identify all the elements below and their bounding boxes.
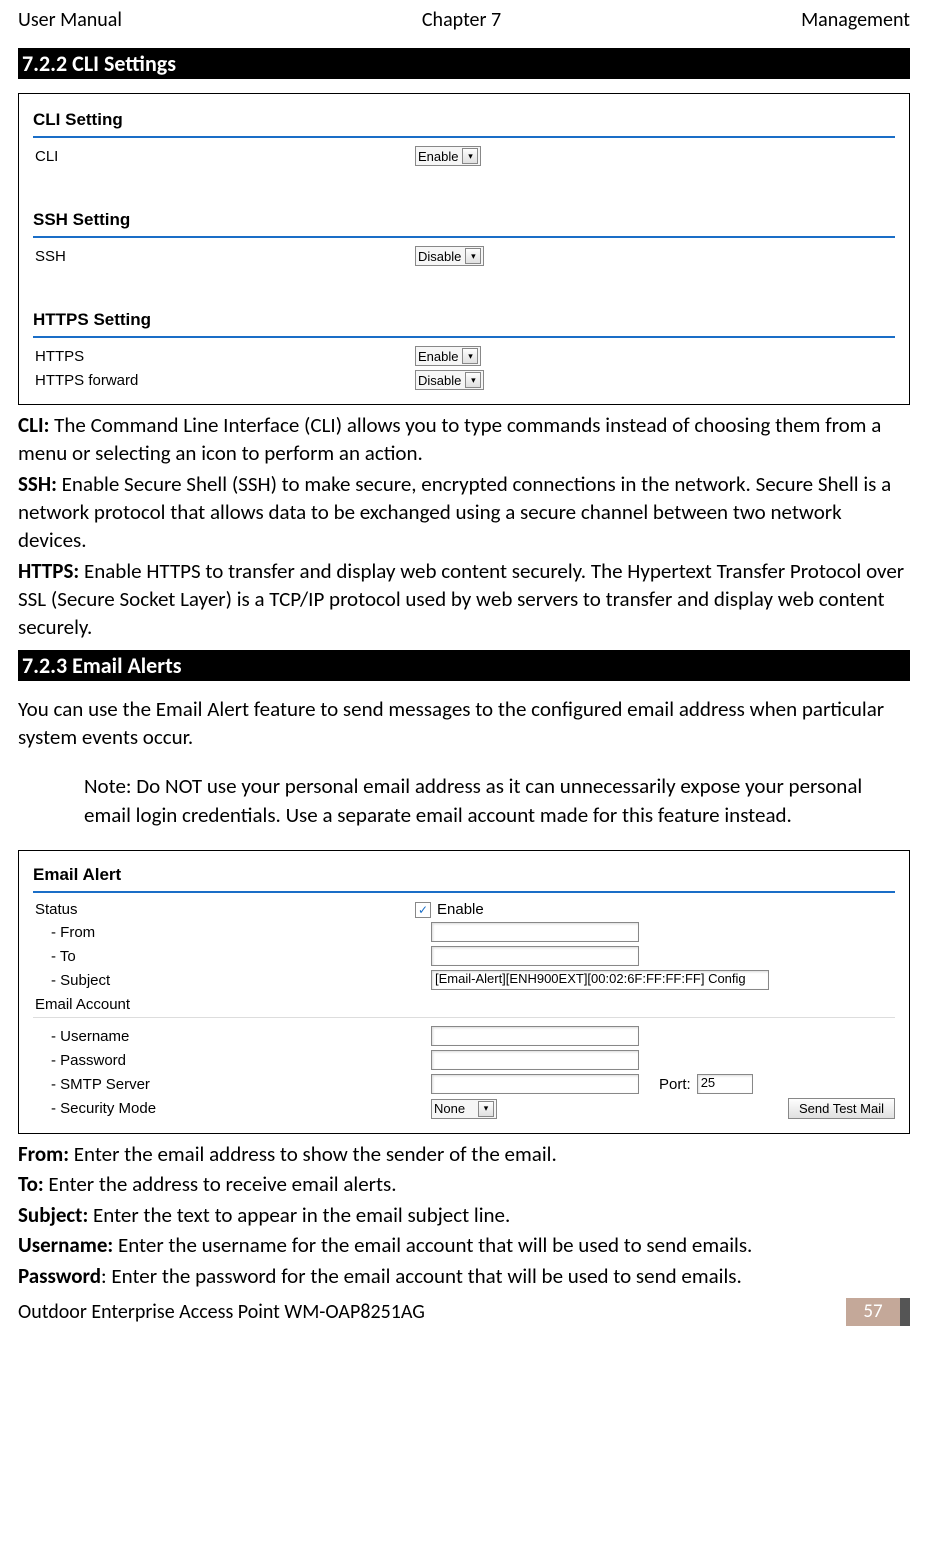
- security-mode-select[interactable]: None ▾: [431, 1099, 497, 1119]
- email-account-group: Email Account: [33, 996, 415, 1013]
- enable-label: Enable: [437, 901, 484, 918]
- note-pre: Do: [132, 773, 166, 799]
- https-select[interactable]: Enable ▾: [415, 346, 481, 366]
- subject-desc-text: Enter the text to appear in the email su…: [88, 1202, 510, 1228]
- username-input[interactable]: [431, 1026, 639, 1046]
- enable-checkbox[interactable]: ✓: [415, 902, 431, 918]
- chevron-down-icon: ▾: [462, 148, 478, 164]
- subject-input[interactable]: [Email-Alert][ENH900EXT][00:02:6F:FF:FF:…: [431, 970, 769, 990]
- ssh-select-value: Disable: [418, 249, 461, 264]
- pass-desc-label: Password: [18, 1263, 101, 1289]
- https-setting-group: HTTPS Setting: [33, 268, 895, 334]
- divider: [33, 336, 895, 338]
- from-desc-text: Enter the email address to show the send…: [69, 1141, 557, 1167]
- subject-desc-label: Subject:: [18, 1202, 88, 1228]
- security-mode-label: - Security Mode: [33, 1100, 431, 1117]
- password-field-desc: Password: Enter the password for the ema…: [18, 1262, 910, 1290]
- username-field-desc: Username: Enter the username for the ema…: [18, 1231, 910, 1259]
- password-input[interactable]: [431, 1050, 639, 1070]
- to-field-desc: To: Enter the address to receive email a…: [18, 1170, 910, 1198]
- to-label: - To: [33, 948, 431, 965]
- section-cli-settings: 7.2.2 CLI Settings: [18, 48, 910, 79]
- chevron-down-icon: ▾: [465, 372, 481, 388]
- divider: [33, 891, 895, 893]
- from-field-desc: From: Enter the email address to show th…: [18, 1140, 910, 1168]
- header-left: User Manual: [18, 8, 122, 32]
- smtp-input[interactable]: [431, 1074, 639, 1094]
- page-footer: Outdoor Enterprise Access Point WM-OAP82…: [18, 1298, 910, 1326]
- email-alert-group: Email Alert: [33, 863, 895, 889]
- cli-setting-group: CLI Setting: [33, 106, 895, 134]
- user-desc-label: Username:: [18, 1232, 113, 1258]
- header-center: Chapter 7: [422, 8, 501, 32]
- username-label: - Username: [33, 1028, 431, 1045]
- pass-desc-text: : Enter the password for the email accou…: [101, 1263, 742, 1289]
- email-intro: You can use the Email Alert feature to s…: [18, 695, 910, 752]
- chevron-down-icon: ▾: [478, 1101, 494, 1117]
- cli-label: CLI: [33, 148, 415, 165]
- note-bold: NOT: [165, 773, 202, 799]
- page-header: User Manual Chapter 7 Management: [18, 0, 910, 40]
- port-label: Port:: [659, 1076, 691, 1093]
- subject-label: - Subject: [33, 972, 431, 989]
- status-label: Status: [33, 901, 415, 918]
- send-test-mail-button[interactable]: Send Test Mail: [788, 1098, 895, 1119]
- to-input[interactable]: [431, 946, 639, 966]
- https-label: HTTPS: [33, 348, 415, 365]
- from-input[interactable]: [431, 922, 639, 942]
- cli-select[interactable]: Enable ▾: [415, 146, 481, 166]
- port-input[interactable]: 25: [697, 1074, 753, 1094]
- user-desc-text: Enter the username for the email account…: [113, 1232, 752, 1258]
- ssh-desc-label: SSH:: [18, 471, 57, 497]
- from-desc-label: From:: [18, 1141, 69, 1167]
- security-mode-value: None: [434, 1101, 474, 1116]
- cli-select-value: Enable: [418, 149, 458, 164]
- ssh-desc-text: Enable Secure Shell (SSH) to make secure…: [18, 471, 891, 554]
- email-alert-panel: Email Alert Status ✓ Enable - From - To …: [18, 850, 910, 1134]
- divider: [33, 136, 895, 138]
- https-desc-text: Enable HTTPS to transfer and display web…: [18, 558, 904, 641]
- https-forward-label: HTTPS forward: [33, 372, 415, 389]
- section-email-alerts: 7.2.3 Email Alerts: [18, 650, 910, 681]
- https-forward-select-value: Disable: [418, 373, 461, 388]
- ssh-select[interactable]: Disable ▾: [415, 246, 484, 266]
- page-number: 57: [846, 1298, 900, 1326]
- to-desc-label: To:: [18, 1171, 44, 1197]
- from-label: - From: [33, 924, 431, 941]
- note-label: Note:: [84, 773, 132, 799]
- footer-text: Outdoor Enterprise Access Point WM-OAP82…: [18, 1300, 846, 1324]
- ssh-setting-group: SSH Setting: [33, 168, 895, 234]
- subject-field-desc: Subject: Enter the text to appear in the…: [18, 1201, 910, 1229]
- https-description: HTTPS: Enable HTTPS to transfer and disp…: [18, 557, 910, 642]
- ssh-label: SSH: [33, 248, 415, 265]
- cli-description: CLI: The Command Line Interface (CLI) al…: [18, 411, 910, 468]
- divider: [33, 236, 895, 238]
- cli-settings-panel: CLI Setting CLI Enable ▾ SSH Setting SSH…: [18, 93, 910, 405]
- chevron-down-icon: ▾: [462, 348, 478, 364]
- cli-desc-text: The Command Line Interface (CLI) allows …: [18, 412, 881, 466]
- https-select-value: Enable: [418, 349, 458, 364]
- https-desc-label: HTTPS:: [18, 558, 79, 584]
- cli-desc-label: CLI:: [18, 412, 49, 438]
- to-desc-text: Enter the address to receive email alert…: [44, 1171, 397, 1197]
- ssh-description: SSH: Enable Secure Shell (SSH) to make s…: [18, 470, 910, 555]
- divider: [33, 1017, 895, 1018]
- header-right: Management: [801, 8, 910, 32]
- email-note: Note: Do NOT use your personal email add…: [18, 772, 910, 829]
- footer-decoration: [900, 1298, 910, 1326]
- https-forward-select[interactable]: Disable ▾: [415, 370, 484, 390]
- chevron-down-icon: ▾: [465, 248, 481, 264]
- password-label: - Password: [33, 1052, 431, 1069]
- smtp-label: - SMTP Server: [33, 1076, 431, 1093]
